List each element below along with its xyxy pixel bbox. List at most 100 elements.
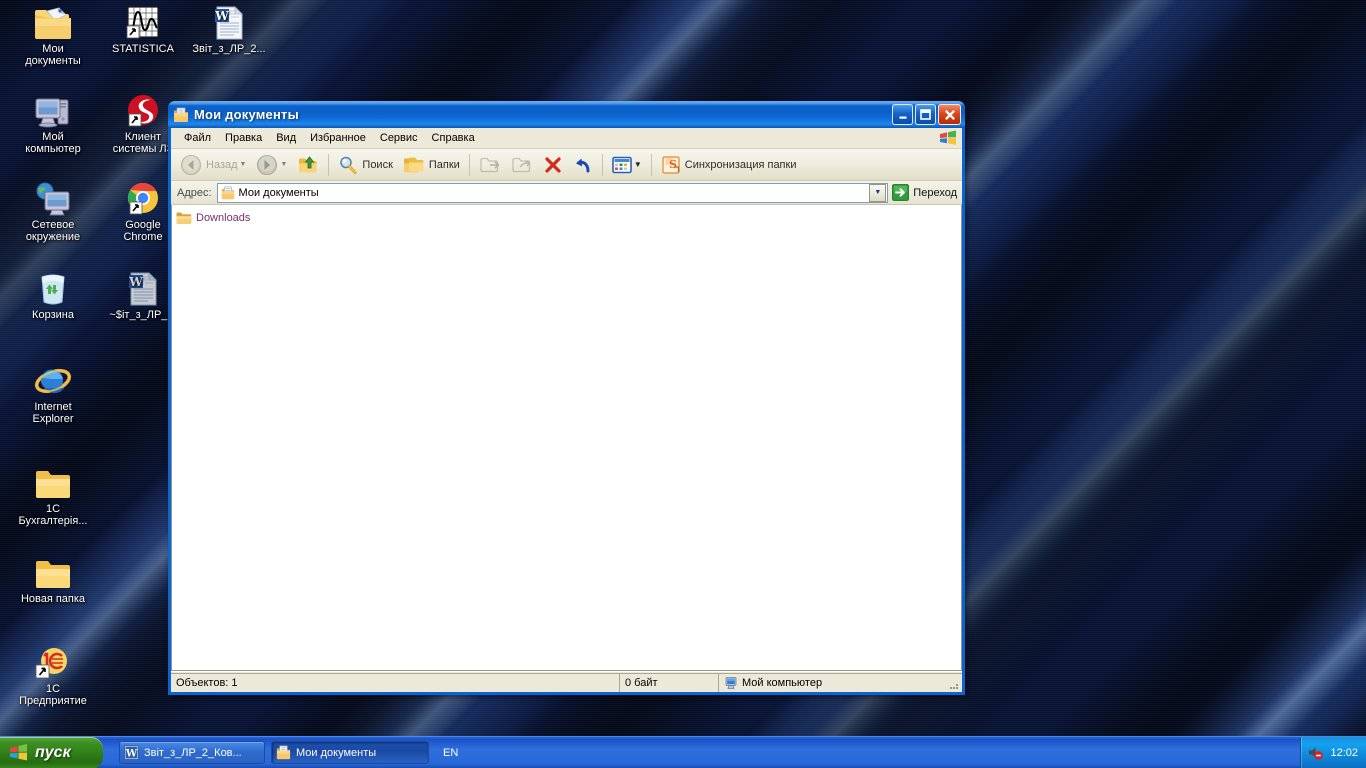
volume-muted-icon[interactable] — [1307, 744, 1324, 761]
desktop-icon-my-documents[interactable]: Мои документы — [8, 6, 98, 67]
go-button[interactable]: Переход — [888, 184, 962, 201]
my-computer-icon — [724, 676, 738, 690]
file-list[interactable]: Downloads — [171, 205, 962, 671]
desktop-icon-label: 1С Предприятие — [19, 683, 87, 707]
ie-icon — [8, 364, 98, 398]
move-to-folder-icon — [479, 155, 501, 175]
toolbar-separator — [650, 153, 652, 176]
recycle-bin-icon — [8, 272, 98, 306]
desktop-icon-zvit-doc[interactable]: W Звіт_з_ЛР_2... — [184, 6, 274, 55]
forward-button[interactable]: ▼ — [251, 152, 292, 178]
svg-text:S: S — [669, 158, 677, 171]
folder-icon — [8, 466, 98, 500]
address-dropdown-button[interactable]: ▼ — [869, 183, 887, 202]
forward-dropdown-icon[interactable]: ▼ — [280, 161, 287, 168]
menu-item-tools[interactable]: Сервис — [373, 130, 425, 146]
desktop-icon-recycle-bin[interactable]: Корзина — [8, 272, 98, 321]
search-button[interactable]: Поиск — [333, 152, 397, 178]
folder-icon — [176, 211, 192, 225]
menu-item-view[interactable]: Вид — [269, 130, 303, 146]
delete-x-icon — [543, 155, 563, 175]
up-folder-icon — [297, 154, 319, 176]
desktop-icon-label: STATISTICA — [112, 43, 174, 55]
desktop-icon-label: Мои документы — [25, 43, 81, 67]
file-name: Downloads — [196, 211, 251, 224]
folders-button[interactable]: Папки — [398, 152, 465, 178]
my-documents-icon — [173, 107, 189, 123]
sync-folder-icon: S — [661, 155, 681, 175]
delete-button[interactable] — [538, 152, 568, 178]
undo-button[interactable] — [568, 152, 598, 178]
taskbar-item-word[interactable]: W Звіт_з_ЛР_2_Ков... — [119, 741, 265, 764]
windows-logo-icon — [8, 743, 30, 763]
start-button[interactable]: пуск — [0, 736, 103, 768]
back-label: Назад — [206, 158, 238, 171]
window-body: Файл Правка Вид Избранное Сервис Справка — [171, 128, 962, 692]
address-bar[interactable]: Адрес: Мои документы ▼ Переход — [171, 181, 962, 205]
move-to-button[interactable] — [474, 152, 506, 178]
undo-arrow-icon — [573, 155, 593, 175]
views-dropdown-icon[interactable]: ▼ — [634, 160, 642, 169]
status-bar: Объектов: 1 0 байт Мой компьютер — [171, 671, 962, 692]
explorer-window[interactable]: Мои документы Файл Правка Вид Избранное … — [168, 101, 965, 695]
computer-icon — [8, 94, 98, 128]
start-label: пуск — [35, 743, 71, 761]
address-value: Мои документы — [238, 186, 319, 199]
copy-to-folder-icon — [511, 155, 533, 175]
list-item[interactable]: Downloads — [176, 209, 256, 226]
desktop-icon-network-places[interactable]: Сетевое окружение — [8, 182, 98, 243]
menu-item-help[interactable]: Справка — [425, 130, 482, 146]
desktop-icon-internet-explorer[interactable]: Internet Explorer — [8, 364, 98, 425]
window-controls[interactable] — [892, 104, 962, 125]
1c-icon — [8, 646, 98, 680]
minimize-button[interactable] — [892, 104, 913, 125]
desktop-icon-label: Корзина — [32, 309, 74, 321]
desktop-icon-label: Новая папка — [20, 593, 86, 605]
desktop-icon-label: Google Chrome — [123, 219, 163, 243]
toolbar[interactable]: Назад ▼ ▼ Поиск Папки ▼ S Синхронизация … — [171, 149, 962, 181]
menu-item-file[interactable]: Файл — [177, 130, 218, 146]
desktop-icon-label: Сетевое окружение — [25, 219, 81, 243]
windows-flag-icon — [938, 129, 958, 147]
language-indicator[interactable]: EN — [429, 747, 472, 759]
status-size: 0 байт — [619, 672, 718, 692]
desktop-icon-new-folder[interactable]: Новая папка — [8, 556, 98, 605]
my-documents-icon — [276, 745, 291, 760]
desktop-icon-label: 1С Бухгалтерія... — [18, 503, 88, 527]
toolbar-separator — [468, 153, 470, 176]
views-button[interactable]: ▼ — [607, 152, 647, 178]
close-button[interactable] — [938, 104, 961, 125]
menu-bar[interactable]: Файл Правка Вид Избранное Сервис Справка — [171, 128, 962, 149]
sync-folder-label: Синхронизация папки — [684, 158, 797, 171]
resize-grip[interactable] — [948, 679, 960, 691]
maximize-button[interactable] — [915, 104, 936, 125]
up-button[interactable] — [292, 152, 324, 178]
menu-item-favorites[interactable]: Избранное — [303, 130, 373, 146]
menu-item-edit[interactable]: Правка — [218, 130, 269, 146]
sync-folder-button[interactable]: S Синхронизация папки — [656, 152, 802, 178]
address-input[interactable]: Мои документы ▼ — [216, 182, 889, 203]
copy-to-button[interactable] — [506, 152, 538, 178]
statistica-chart-icon — [98, 6, 188, 40]
back-button[interactable]: Назад ▼ — [175, 152, 251, 178]
window-titlebar[interactable]: Мои документы — [168, 101, 965, 128]
desktop-icon-statistica[interactable]: STATISTICA — [98, 6, 188, 55]
desktop-icon-label: Клиент системы ЛЗ — [112, 131, 174, 155]
folders-label: Папки — [428, 158, 460, 171]
desktop-icon-1c-buhgalteria[interactable]: 1С Бухгалтерія... — [8, 466, 98, 527]
desktop-icon-1c-enterprise[interactable]: 1С Предприятие — [8, 646, 98, 707]
window-title: Мои документы — [194, 107, 299, 122]
folder-icon — [8, 556, 98, 590]
taskbar[interactable]: пуск W Звіт_з_ЛР_2_Ков... Мои документы … — [0, 736, 1366, 768]
taskbar-item-explorer[interactable]: Мои документы — [271, 741, 429, 764]
system-tray[interactable]: 12:02 — [1300, 736, 1366, 768]
desktop-icon-my-computer[interactable]: Мой компьютер — [8, 94, 98, 155]
views-icon — [612, 156, 632, 174]
svg-text:W: W — [214, 9, 229, 23]
desktop-icon-label: Звіт_з_ЛР_2... — [192, 43, 266, 55]
desktop-icon-label: Internet Explorer — [32, 401, 74, 425]
taskbar-item-label: Мои документы — [296, 746, 377, 759]
back-dropdown-icon[interactable]: ▼ — [240, 161, 247, 168]
clock[interactable]: 12:02 — [1330, 747, 1358, 759]
network-icon — [8, 182, 98, 216]
